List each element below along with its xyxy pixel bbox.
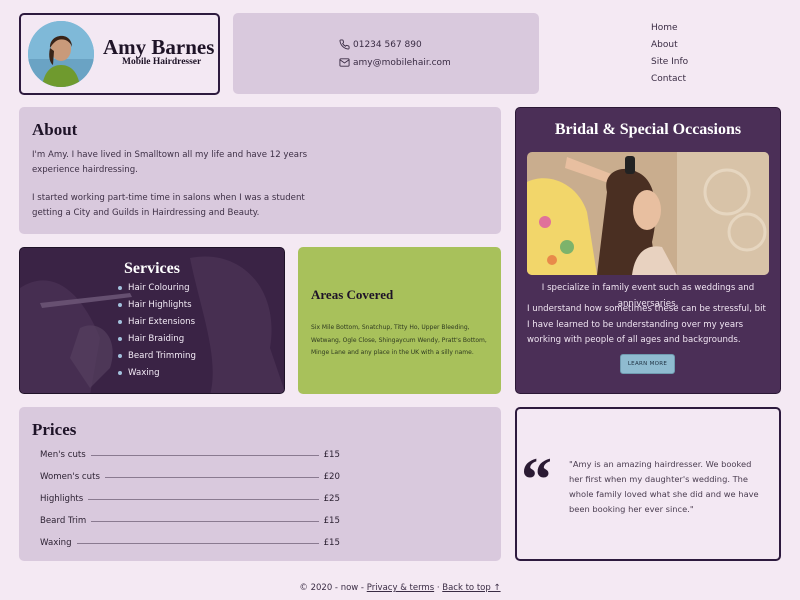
about-paragraph: I'm Amy. I have lived in Smalltown all m… [32,150,308,175]
areas-text: Six Mile Bottom, Snatchup, Titty Ho, Upp… [311,324,487,356]
services-section: Services Hair Colouring Hair Highlights … [19,247,285,394]
mail-icon [339,58,350,67]
about-paragraph: I started working part-time time in salo… [32,193,305,218]
phone-number: 01234 567 890 [353,39,422,50]
bridal-image [527,152,769,275]
price-leader [88,498,319,500]
price-leader [104,476,319,478]
price-leader [90,454,319,456]
contact-card: 01234 567 890 amy@mobilehair.com [233,13,539,94]
price-item: Highlights [40,494,84,504]
list-item: Hair Colouring [118,281,196,298]
price-item: Waxing [40,538,72,548]
avatar [28,21,94,87]
bridal-paragraph: I understand how sometimes these can be … [527,304,766,345]
nav-home[interactable]: Home [651,22,688,39]
bridal-title: Bridal & Special Occasions [554,121,742,138]
nav-contact[interactable]: Contact [651,73,688,90]
list-item: Hair Extensions [118,315,196,332]
price-value: £15 [323,538,340,548]
quote-mark-icon: “ [521,446,552,514]
price-row: Beard Trim £15 [40,516,340,526]
phone-icon [339,39,350,50]
services-list: Hair Colouring Hair Highlights Hair Exte… [118,281,196,383]
footer-separator: · [436,583,440,593]
price-value: £15 [323,450,340,460]
testimonial-text: "Amy is an amazing hairdresser. We booke… [569,459,759,514]
list-item: Hair Braiding [118,332,196,349]
phone-row[interactable]: 01234 567 890 [339,39,422,50]
footer: © 2020 - now - Privacy & terms · Back to… [0,583,800,593]
price-item: Beard Trim [40,516,87,526]
email-address: amy@mobilehair.com [353,57,451,68]
about-title: About [32,120,78,139]
copyright-text: © 2020 - now - [299,583,365,593]
nav-about[interactable]: About [651,39,688,56]
brand-card: Amy Barnes Mobile Hairdresser [19,13,220,95]
price-item: Women's cuts [40,472,100,482]
testimonial-card: “ "Amy is an amazing hairdresser. We boo… [515,407,781,561]
areas-section: Areas Covered Six Mile Bottom, Snatchup,… [298,247,501,394]
learn-more-button[interactable]: LEARN MORE [620,354,675,374]
price-leader [91,520,319,522]
main-nav: Home About Site Info Contact [651,22,688,90]
price-row: Men's cuts £15 [40,450,340,460]
nav-site-info[interactable]: Site Info [651,56,688,73]
price-value: £20 [323,472,340,482]
list-item: Hair Highlights [118,298,196,315]
price-leader [76,542,319,544]
list-item: Waxing [118,366,196,383]
price-item: Men's cuts [40,450,86,460]
brand-subtitle: Mobile Hairdresser [122,57,202,67]
price-value: £15 [323,516,340,526]
about-section: About I'm Amy. I have lived in Smalltown… [19,107,501,234]
list-item: Beard Trimming [118,349,196,366]
price-row: Waxing £15 [40,538,340,548]
price-row: Highlights £25 [40,494,340,504]
prices-title: Prices [32,420,77,439]
price-row: Women's cuts £20 [40,472,340,482]
bridal-section: Bridal & Special Occasions I specialize … [515,107,781,394]
price-value: £25 [323,494,340,504]
back-to-top-link[interactable]: Back to top ↑ [442,583,500,593]
privacy-link[interactable]: Privacy & terms [367,583,434,593]
areas-title: Areas Covered [311,287,394,302]
services-title: Services [124,260,180,277]
prices-section: Prices Men's cuts £15 Women's cuts £20 Hig… [19,407,501,561]
email-row[interactable]: amy@mobilehair.com [339,57,451,68]
